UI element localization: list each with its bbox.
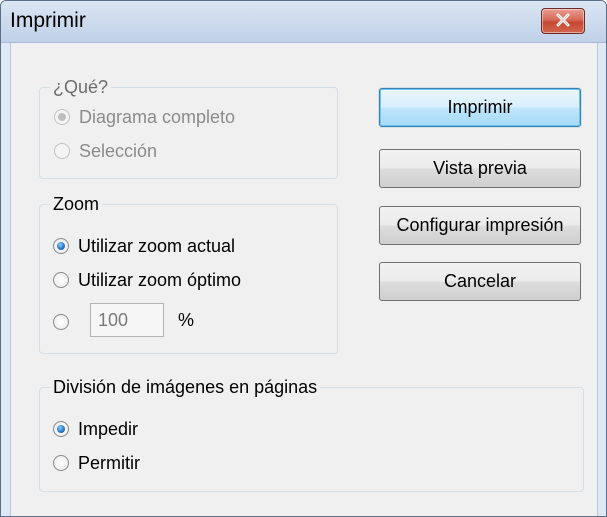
print-button[interactable]: Imprimir [379,88,581,127]
close-icon [554,13,572,30]
dialog-title: Imprimir [10,9,86,32]
title-bar[interactable]: Imprimir [1,1,606,43]
what-group-legend: ¿Qué? [50,75,112,99]
radio-whole-diagram-label: Diagrama completo [79,107,236,127]
radio-allow-label: Permitir [78,453,140,473]
radio-current-zoom-button[interactable] [53,238,69,254]
radio-whole-diagram[interactable]: Diagrama completo [54,104,235,130]
preview-button[interactable]: Vista previa [379,149,581,188]
dialog-body: ¿Qué? Diagrama completo Selección Zoom U… [10,43,598,516]
cancel-button[interactable]: Cancelar [379,262,581,301]
radio-allow-button[interactable] [53,455,69,471]
radio-custom-zoom-button[interactable] [53,314,69,330]
print-dialog: Imprimir ¿Qué? Diagrama completo Selecci… [0,0,607,517]
radio-current-zoom-label: Utilizar zoom actual [78,236,236,256]
radio-custom-zoom[interactable] [53,309,69,335]
radio-selection-label: Selección [79,141,158,161]
percent-label: % [178,310,195,330]
radio-selection-button[interactable] [54,143,70,159]
radio-optimal-zoom-button[interactable] [53,272,69,288]
radio-prevent-label: Impedir [78,419,139,439]
close-button[interactable] [541,8,585,34]
page-split-group-legend: División de imágenes en páginas [50,375,321,399]
radio-selection[interactable]: Selección [54,138,157,164]
print-setup-button[interactable]: Configurar impresión [379,206,581,245]
radio-optimal-zoom[interactable]: Utilizar zoom óptimo [53,267,241,293]
radio-prevent-button[interactable] [53,421,69,437]
radio-current-zoom[interactable]: Utilizar zoom actual [53,233,235,259]
radio-whole-diagram-button[interactable] [54,109,70,125]
zoom-group-legend: Zoom [50,192,103,216]
radio-optimal-zoom-label: Utilizar zoom óptimo [78,270,242,290]
what-groupbox: ¿Qué? Diagrama completo Selección [39,75,338,179]
radio-allow[interactable]: Permitir [53,450,140,476]
radio-prevent[interactable]: Impedir [53,416,138,442]
custom-zoom-input[interactable] [90,303,164,337]
